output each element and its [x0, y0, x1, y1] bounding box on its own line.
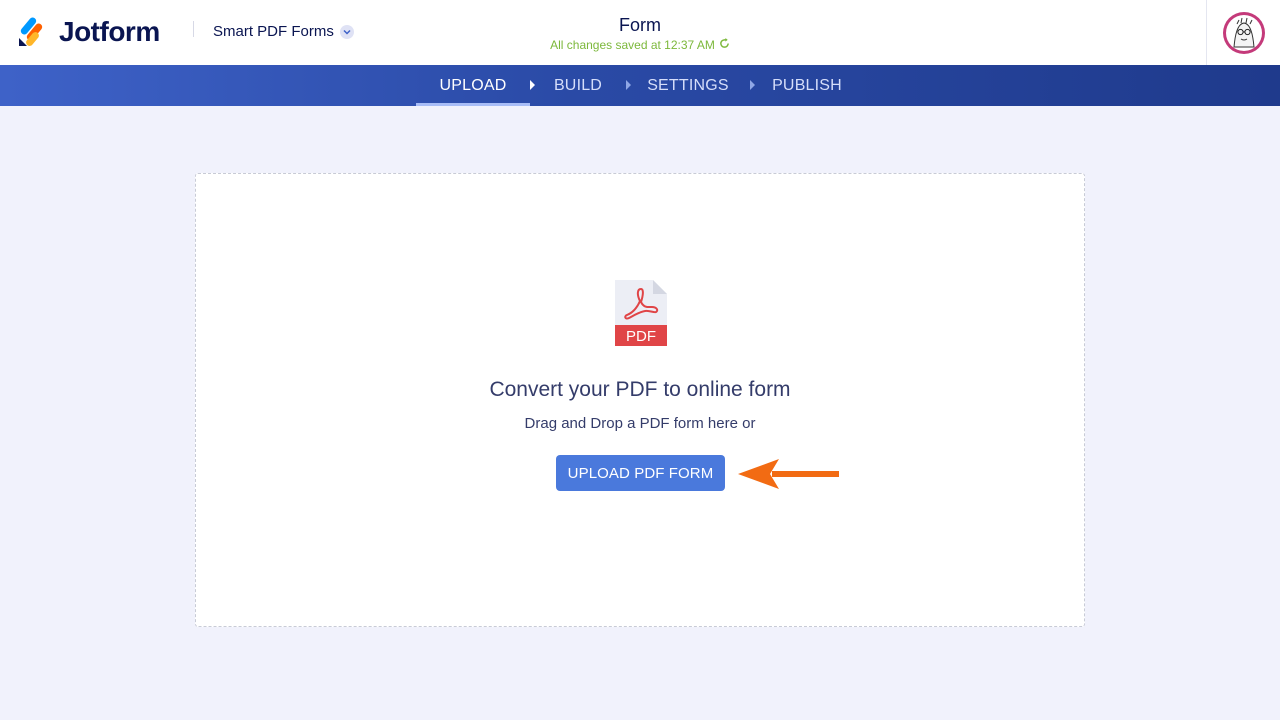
refresh-icon[interactable] — [719, 38, 730, 52]
tab-publish-label: PUBLISH — [772, 76, 842, 94]
chevron-right-icon — [530, 80, 535, 90]
wizard-nav: UPLOAD BUILD SETTINGS PUBLISH — [0, 65, 1280, 106]
dropzone-heading: Convert your PDF to online form — [489, 378, 791, 401]
arrow-left-icon — [736, 458, 842, 490]
avatar-area — [1206, 0, 1280, 65]
tab-settings[interactable]: SETTINGS — [636, 65, 740, 106]
product-label: Smart PDF Forms — [213, 23, 334, 40]
jotform-logo-icon — [17, 17, 47, 47]
user-avatar[interactable] — [1222, 11, 1265, 54]
header-divider — [193, 21, 194, 37]
chevron-down-icon — [339, 25, 354, 39]
save-status: All changes saved at 12:37 AM — [550, 38, 730, 52]
top-header: Jotform Smart PDF Forms Form All changes… — [0, 0, 1280, 65]
chevron-right-icon — [626, 80, 631, 90]
tab-upload-label: UPLOAD — [439, 76, 507, 94]
pdf-icon-label: PDF — [626, 328, 656, 345]
tab-build[interactable]: BUILD — [540, 65, 616, 106]
form-title[interactable]: Form — [440, 14, 840, 36]
product-switcher[interactable]: Smart PDF Forms — [213, 23, 354, 41]
pdf-file-icon: PDF — [615, 280, 667, 346]
dropzone-subtext: Drag and Drop a PDF form here or — [524, 415, 756, 432]
jotform-logo[interactable]: Jotform — [17, 17, 160, 47]
tab-build-label: BUILD — [553, 76, 603, 94]
tab-upload[interactable]: UPLOAD — [416, 65, 530, 106]
upload-pdf-button[interactable]: UPLOAD PDF FORM — [556, 455, 725, 491]
active-tab-indicator — [416, 103, 530, 106]
save-status-text: All changes saved at 12:37 AM — [550, 38, 715, 52]
tab-settings-label: SETTINGS — [647, 76, 729, 94]
pdf-dropzone[interactable]: PDF Convert your PDF to online form Drag… — [195, 173, 1085, 627]
chevron-right-icon — [750, 80, 755, 90]
brand-name: Jotform — [59, 16, 160, 47]
tab-publish[interactable]: PUBLISH — [760, 65, 854, 106]
form-title-block: Form All changes saved at 12:37 AM — [440, 14, 840, 54]
